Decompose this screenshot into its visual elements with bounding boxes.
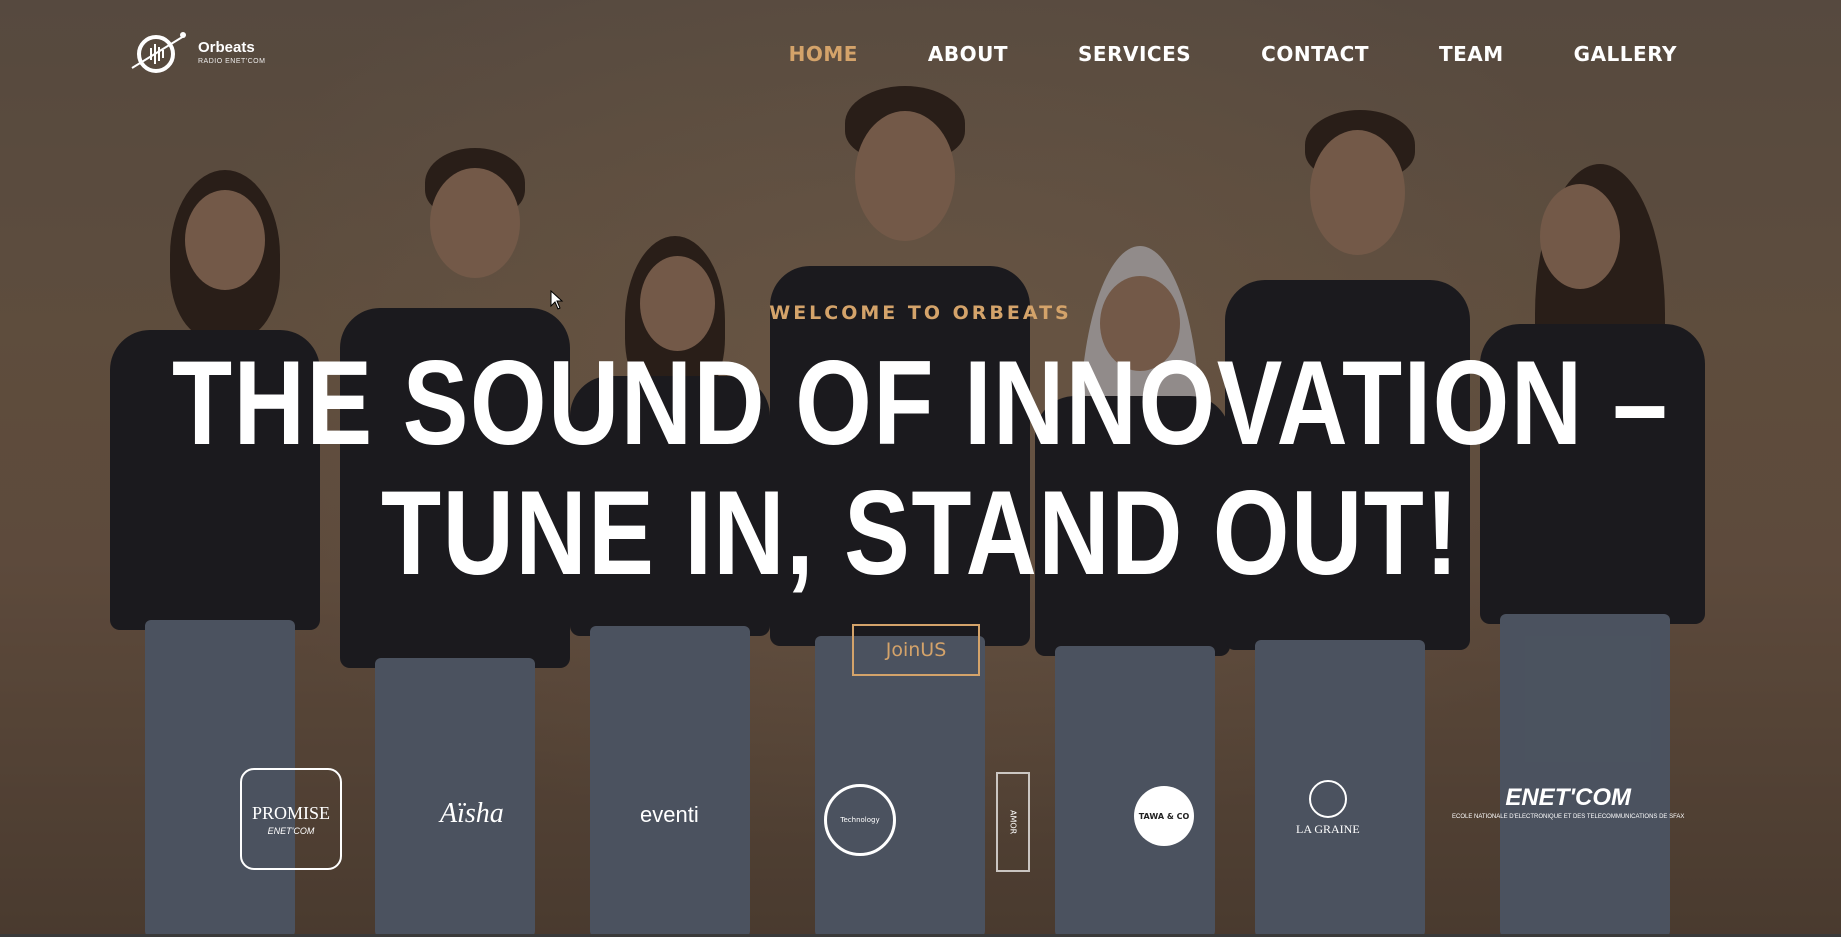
headline-line-2: TUNE IN, STAND OUT! bbox=[381, 466, 1460, 600]
headline-line-1: THE SOUND OF INNOVATION – bbox=[171, 336, 1670, 470]
sponsor-la-graine-logo[interactable]: LA GRAINE bbox=[1296, 780, 1360, 837]
mouse-cursor-icon bbox=[550, 290, 564, 310]
nav-home[interactable]: HOME bbox=[789, 42, 858, 66]
sponsor-enetcom-name: ENET'COM bbox=[1505, 784, 1632, 811]
orbeats-logo-icon bbox=[131, 32, 186, 73]
main-nav: HOME ABOUT SERVICES CONTACT TEAM GALLERY bbox=[719, 42, 1677, 66]
sponsor-enetcom-sub: ECOLE NATIONALE D'ELECTRONIQUE ET DES TE… bbox=[1452, 814, 1685, 820]
sponsor-logos: PROMISE ENET'COM Aïsha eventi Technology… bbox=[0, 762, 1841, 872]
nav-services[interactable]: SERVICES bbox=[1078, 42, 1191, 66]
sponsor-la-graine-name: LA GRAINE bbox=[1296, 822, 1360, 836]
sponsor-vertical-logo[interactable]: AMOR bbox=[996, 772, 1030, 872]
site-header: Orbeats RADIO ENET'COM HOME ABOUT SERVIC… bbox=[0, 0, 1841, 110]
brand-logo[interactable]: Orbeats RADIO ENET'COM bbox=[128, 28, 265, 76]
sponsor-eventi-logo[interactable]: eventi bbox=[640, 802, 699, 828]
sponsor-tawa-logo[interactable]: TAWA & CO bbox=[1134, 786, 1194, 846]
nav-about[interactable]: ABOUT bbox=[928, 42, 1008, 66]
sponsor-enetcom-logo[interactable]: ENET'COM ECOLE NATIONALE D'ELECTRONIQUE … bbox=[1452, 784, 1684, 820]
join-us-button[interactable]: JoinUS bbox=[852, 624, 980, 676]
sponsor-promise-logo[interactable]: PROMISE ENET'COM bbox=[240, 768, 342, 870]
sponsor-promise-name: PROMISE bbox=[251, 802, 331, 823]
hero-headline: THE SOUND OF INNOVATION – TUNE IN, STAND… bbox=[166, 338, 1676, 598]
nav-team[interactable]: TEAM bbox=[1439, 42, 1504, 66]
nav-contact[interactable]: CONTACT bbox=[1261, 42, 1369, 66]
sponsor-aisha-logo[interactable]: Aïsha bbox=[440, 798, 504, 830]
nav-gallery[interactable]: GALLERY bbox=[1574, 42, 1677, 66]
welcome-text: WELCOME TO ORBEATS bbox=[769, 302, 1072, 324]
sponsor-technology-logo[interactable]: Technology bbox=[824, 784, 896, 856]
coffee-bean-icon bbox=[1308, 780, 1347, 818]
brand-name: Orbeats bbox=[198, 38, 255, 56]
brand-subtitle: RADIO ENET'COM bbox=[198, 57, 266, 65]
sponsor-promise-sub: ENET'COM bbox=[267, 825, 315, 836]
